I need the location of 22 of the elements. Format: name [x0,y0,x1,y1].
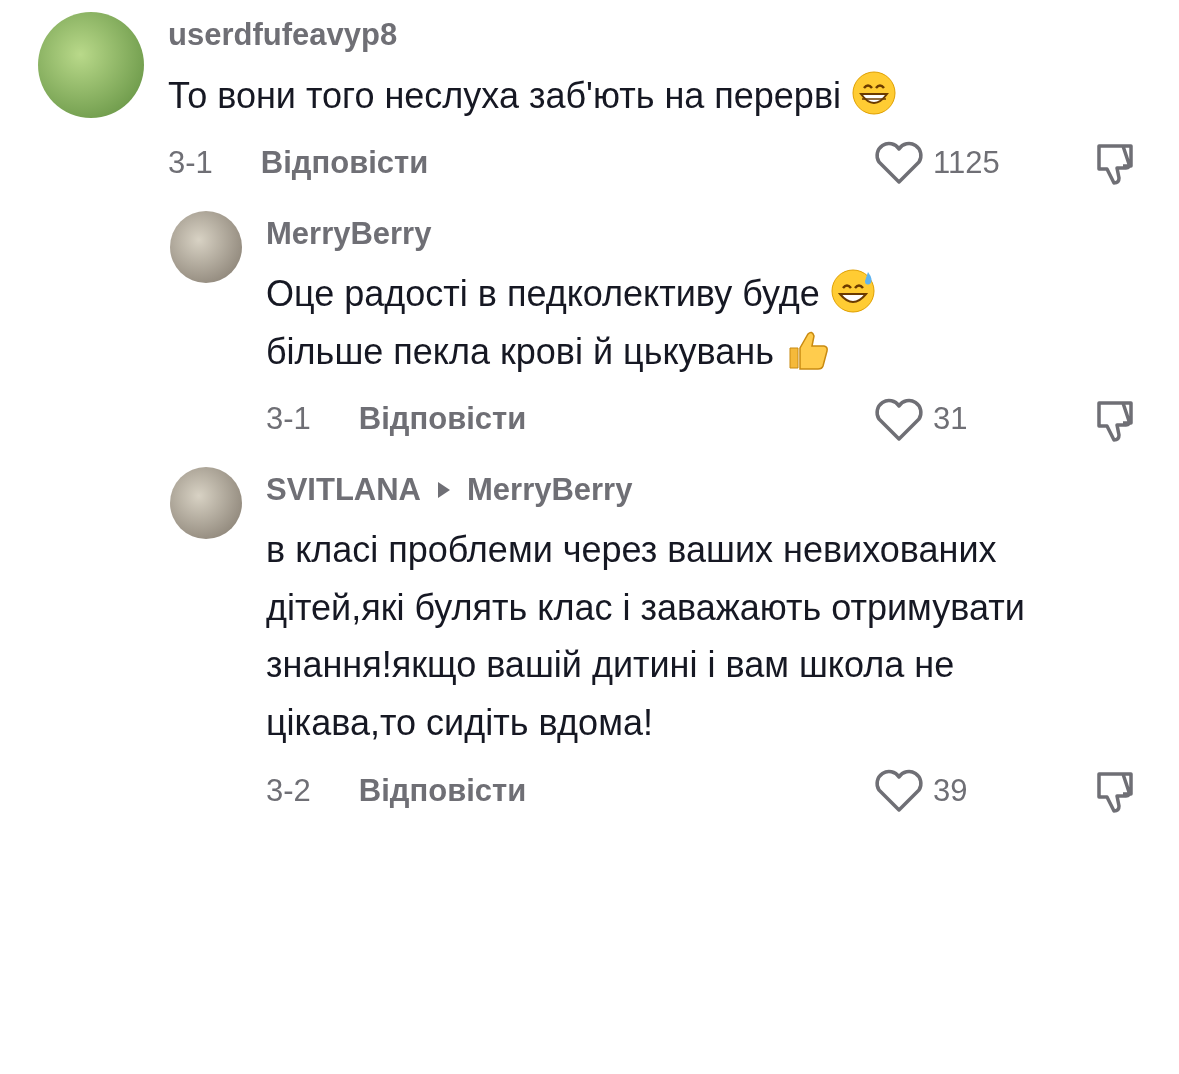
reply-link[interactable]: Відповісти [358,767,527,815]
comment-text: То вони того неслуха заб'ють на перерві [168,66,978,125]
sweat-smile-icon [829,268,876,315]
reply-link[interactable]: Відповісти [260,140,429,187]
like-count: 31 [933,400,968,439]
like-count: 39 [933,771,968,810]
username[interactable]: SVITLANA [266,466,421,514]
grinning-face-icon [851,69,897,116]
heart-icon[interactable] [873,396,925,443]
username[interactable]: userdfufeavyp8 [168,12,398,59]
replied-username[interactable]: MerryBerry [467,466,633,514]
comment-date: 3-1 [266,400,311,439]
heart-icon[interactable] [873,767,925,814]
username[interactable]: MerryBerry [266,210,432,258]
comment-text: в класі проблеми через ваших невихованих дітей,які булять клас і заважають отримувати знання!якщо вашій дитині і вам школа не цікава,то сидіть вдома! [266,528,1026,746]
comment-date: 3-2 [266,771,311,810]
heart-icon[interactable] [873,140,925,187]
reply-link[interactable]: Відповісти [358,396,527,443]
triangle-icon [437,481,451,500]
comment-date: 3-1 [168,144,213,183]
comment-text: Оце радості в педколективу буде більше пекла крові й цькувань [266,265,1076,381]
like-count: 1125 [933,144,1000,183]
